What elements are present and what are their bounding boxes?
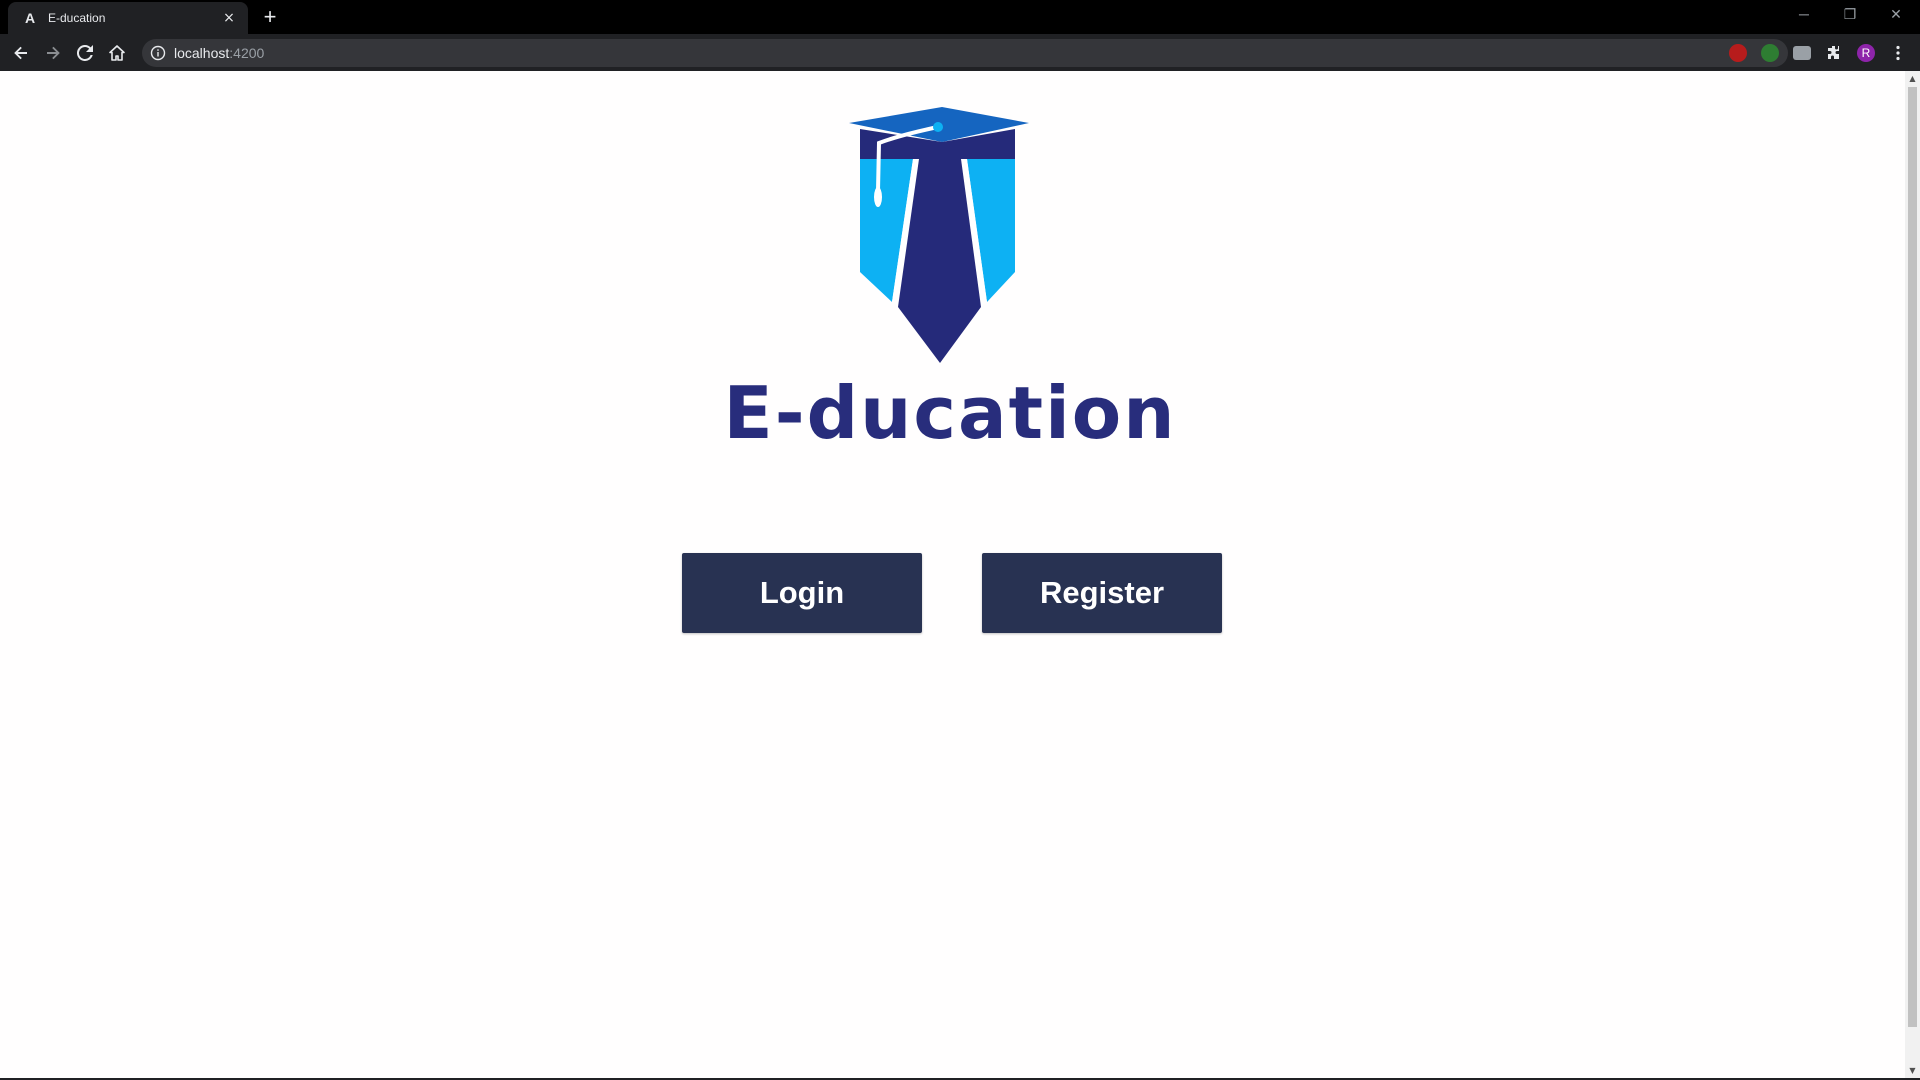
green-extension-icon[interactable] [1761, 44, 1779, 62]
brand-title: E-ducation [723, 371, 1177, 455]
page-content: E-ducation Login Register [0, 71, 1905, 1078]
register-button[interactable]: Register [982, 553, 1222, 633]
browser-window: A E-ducation × + ─ ❐ ✕ localhost:4200 R … [0, 0, 1920, 1080]
back-icon[interactable] [7, 39, 35, 67]
grey-extension-icon[interactable] [1793, 46, 1811, 60]
tab-close-icon[interactable]: × [220, 9, 238, 27]
address-bar[interactable]: localhost:4200 [142, 39, 1788, 67]
ublock-icon[interactable] [1729, 44, 1747, 62]
restore-icon[interactable]: ❐ [1827, 0, 1873, 30]
puzzle-icon[interactable] [1825, 44, 1843, 62]
tab-title: E-ducation [48, 11, 106, 25]
reload-icon[interactable] [71, 39, 99, 67]
login-button[interactable]: Login [682, 553, 922, 633]
site-info-icon[interactable] [150, 45, 166, 61]
profile-avatar[interactable]: R [1857, 44, 1875, 62]
home-icon[interactable] [103, 39, 131, 67]
url-text: localhost:4200 [174, 45, 265, 61]
new-tab-icon[interactable]: + [258, 6, 282, 30]
browser-menu-icon[interactable] [1884, 39, 1912, 67]
forward-icon[interactable] [39, 39, 67, 67]
page-scrollbar[interactable]: ▲ ▼ [1905, 71, 1920, 1078]
scroll-up-icon[interactable]: ▲ [1905, 71, 1920, 86]
tab-strip: A E-ducation × + ─ ❐ ✕ [0, 0, 1920, 34]
browser-toolbar: localhost:4200 R [0, 34, 1920, 71]
close-window-icon[interactable]: ✕ [1873, 0, 1919, 30]
minimize-icon[interactable]: ─ [1781, 0, 1827, 30]
e-ducation-logo-icon [849, 107, 1029, 363]
scroll-down-icon[interactable]: ▼ [1905, 1063, 1920, 1078]
tab-e-ducation[interactable]: A E-ducation × [8, 2, 248, 34]
scroll-thumb[interactable] [1908, 87, 1917, 1027]
angular-favicon-icon: A [24, 10, 36, 26]
